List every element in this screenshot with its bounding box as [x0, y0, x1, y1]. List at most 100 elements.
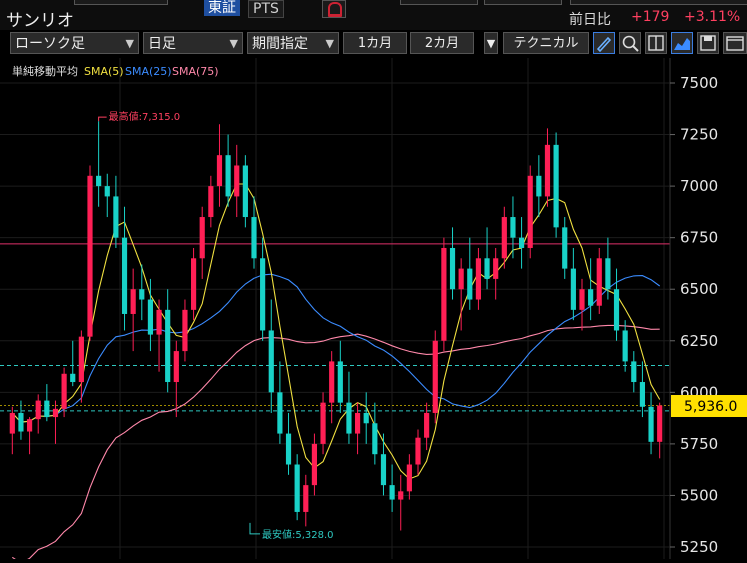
- range-more-button[interactable]: ▼: [484, 32, 498, 54]
- chevron-down-icon: ▼: [325, 37, 334, 50]
- candle-body: [156, 309, 162, 335]
- change-label: 前日比: [569, 12, 611, 28]
- top-bar: サンリオ 東証 PTS 前日比 +179 +3.11%: [0, 0, 747, 31]
- candle-body: [52, 408, 59, 418]
- y-tick-label: 6750: [680, 229, 718, 247]
- y-tick-label: 7500: [680, 74, 718, 92]
- legend-title: 単純移動平均: [12, 64, 78, 78]
- candle-body: [475, 258, 482, 300]
- candle-body: [190, 258, 197, 310]
- high-label: 最高値:7,315.0: [109, 110, 181, 123]
- candle-body: [70, 373, 76, 383]
- split-button[interactable]: [645, 32, 667, 54]
- candle-body: [113, 196, 119, 238]
- chart-legend: 単純移動平均 SMA(5) SMA(25) SMA(75): [12, 64, 219, 78]
- zoom-button[interactable]: [619, 32, 641, 54]
- legend-sma75: SMA(75): [172, 65, 219, 78]
- y-tick-label: 7250: [680, 126, 718, 144]
- candle-body: [44, 400, 50, 418]
- price-chart[interactable]: 最高値:7,315.0 最安値:5,328.0 5250 5500 5750 6000 6…: [0, 58, 747, 563]
- area-chart-button[interactable]: [671, 32, 693, 54]
- candle-body: [165, 309, 171, 383]
- candle-body: [518, 237, 525, 248]
- candle-body: [613, 289, 620, 331]
- candle-body: [9, 412, 15, 434]
- candle-body: [432, 340, 438, 413]
- candle-body: [553, 144, 559, 228]
- candle-body: [415, 437, 421, 465]
- candle-body: [449, 247, 456, 290]
- candle-body: [372, 423, 378, 455]
- legend-sma5: SMA(5): [84, 65, 124, 78]
- candle-body: [18, 412, 24, 432]
- candle-body: [26, 419, 33, 432]
- y-tick-label: 5750: [680, 435, 718, 453]
- window-button[interactable]: [723, 32, 747, 54]
- candle-body: [544, 144, 551, 197]
- candle-body: [536, 175, 542, 197]
- candle-body: [130, 289, 136, 314]
- candle-body: [61, 373, 67, 409]
- candle-body: [631, 361, 637, 383]
- candle-body: [182, 309, 188, 352]
- low-label: 最安値:5,328.0: [262, 528, 334, 541]
- top-control-a[interactable]: [74, 0, 168, 5]
- bell-icon: [328, 2, 342, 17]
- chart-toolbar: ローソク足 ▼ 日足 ▼ 期間指定 ▼ 1カ月 2カ月 ▼ テクニカル: [0, 30, 747, 58]
- chart-type-select[interactable]: ローソク足 ▼: [10, 32, 139, 54]
- range-mode-select[interactable]: 期間指定 ▼: [247, 32, 339, 54]
- period-type-value: 日足: [148, 36, 176, 52]
- chart-svg[interactable]: 最高値:7,315.0最安値:5,328.0 52505500575060006…: [0, 58, 747, 563]
- y-tick-label: 5250: [680, 538, 718, 556]
- candle-body: [337, 361, 343, 403]
- top-control-c[interactable]: [484, 0, 562, 5]
- candle-body: [216, 155, 223, 187]
- candle-body: [639, 382, 646, 407]
- candle-body: [104, 186, 110, 197]
- top-control-b[interactable]: [400, 0, 478, 5]
- candle-body: [346, 402, 352, 434]
- pen-button[interactable]: [593, 32, 615, 54]
- candle-body: [380, 454, 387, 486]
- range-2m-button[interactable]: 2カ月: [410, 32, 474, 54]
- market-tab-tse[interactable]: 東証: [204, 0, 240, 16]
- alert-button[interactable]: [322, 0, 346, 18]
- candle-body: [458, 268, 464, 290]
- range-1m-button[interactable]: 1カ月: [343, 32, 407, 54]
- candle-body: [484, 258, 490, 279]
- candle-body: [389, 485, 395, 500]
- change-percent: +3.11%: [684, 9, 741, 25]
- save-button[interactable]: [697, 32, 719, 54]
- candle-body: [208, 186, 214, 218]
- candle-body: [147, 299, 154, 335]
- candle-body: [173, 351, 179, 383]
- candle-body: [303, 485, 309, 512]
- zoom-icon: [622, 35, 639, 52]
- candle-body: [467, 268, 473, 300]
- market-tab-pts[interactable]: PTS: [248, 0, 284, 18]
- candle-body: [596, 258, 602, 306]
- candle-body: [622, 330, 628, 362]
- top-control-d[interactable]: [570, 0, 747, 5]
- candle-body: [199, 217, 205, 259]
- candle-body: [562, 227, 568, 269]
- candle-body: [35, 400, 41, 420]
- candle-body: [234, 165, 240, 197]
- stock-name: サンリオ: [6, 11, 74, 31]
- candle-body: [441, 247, 447, 341]
- split-icon: [648, 35, 664, 51]
- candle-body: [579, 289, 585, 310]
- current-price-marker: 5,936.0: [671, 395, 747, 417]
- candle-body: [424, 412, 430, 438]
- pen-icon: [596, 36, 612, 53]
- chevron-down-icon: ▼: [229, 37, 238, 50]
- period-type-select[interactable]: 日足 ▼: [143, 32, 243, 54]
- candle-body: [139, 289, 145, 300]
- candle-body: [570, 268, 576, 310]
- candle-body: [527, 175, 533, 248]
- candle-body: [406, 464, 412, 492]
- technical-button[interactable]: テクニカル: [503, 32, 589, 54]
- area-chart-icon: [674, 38, 690, 50]
- change-value: +179: [631, 9, 670, 25]
- candle-body: [121, 237, 128, 314]
